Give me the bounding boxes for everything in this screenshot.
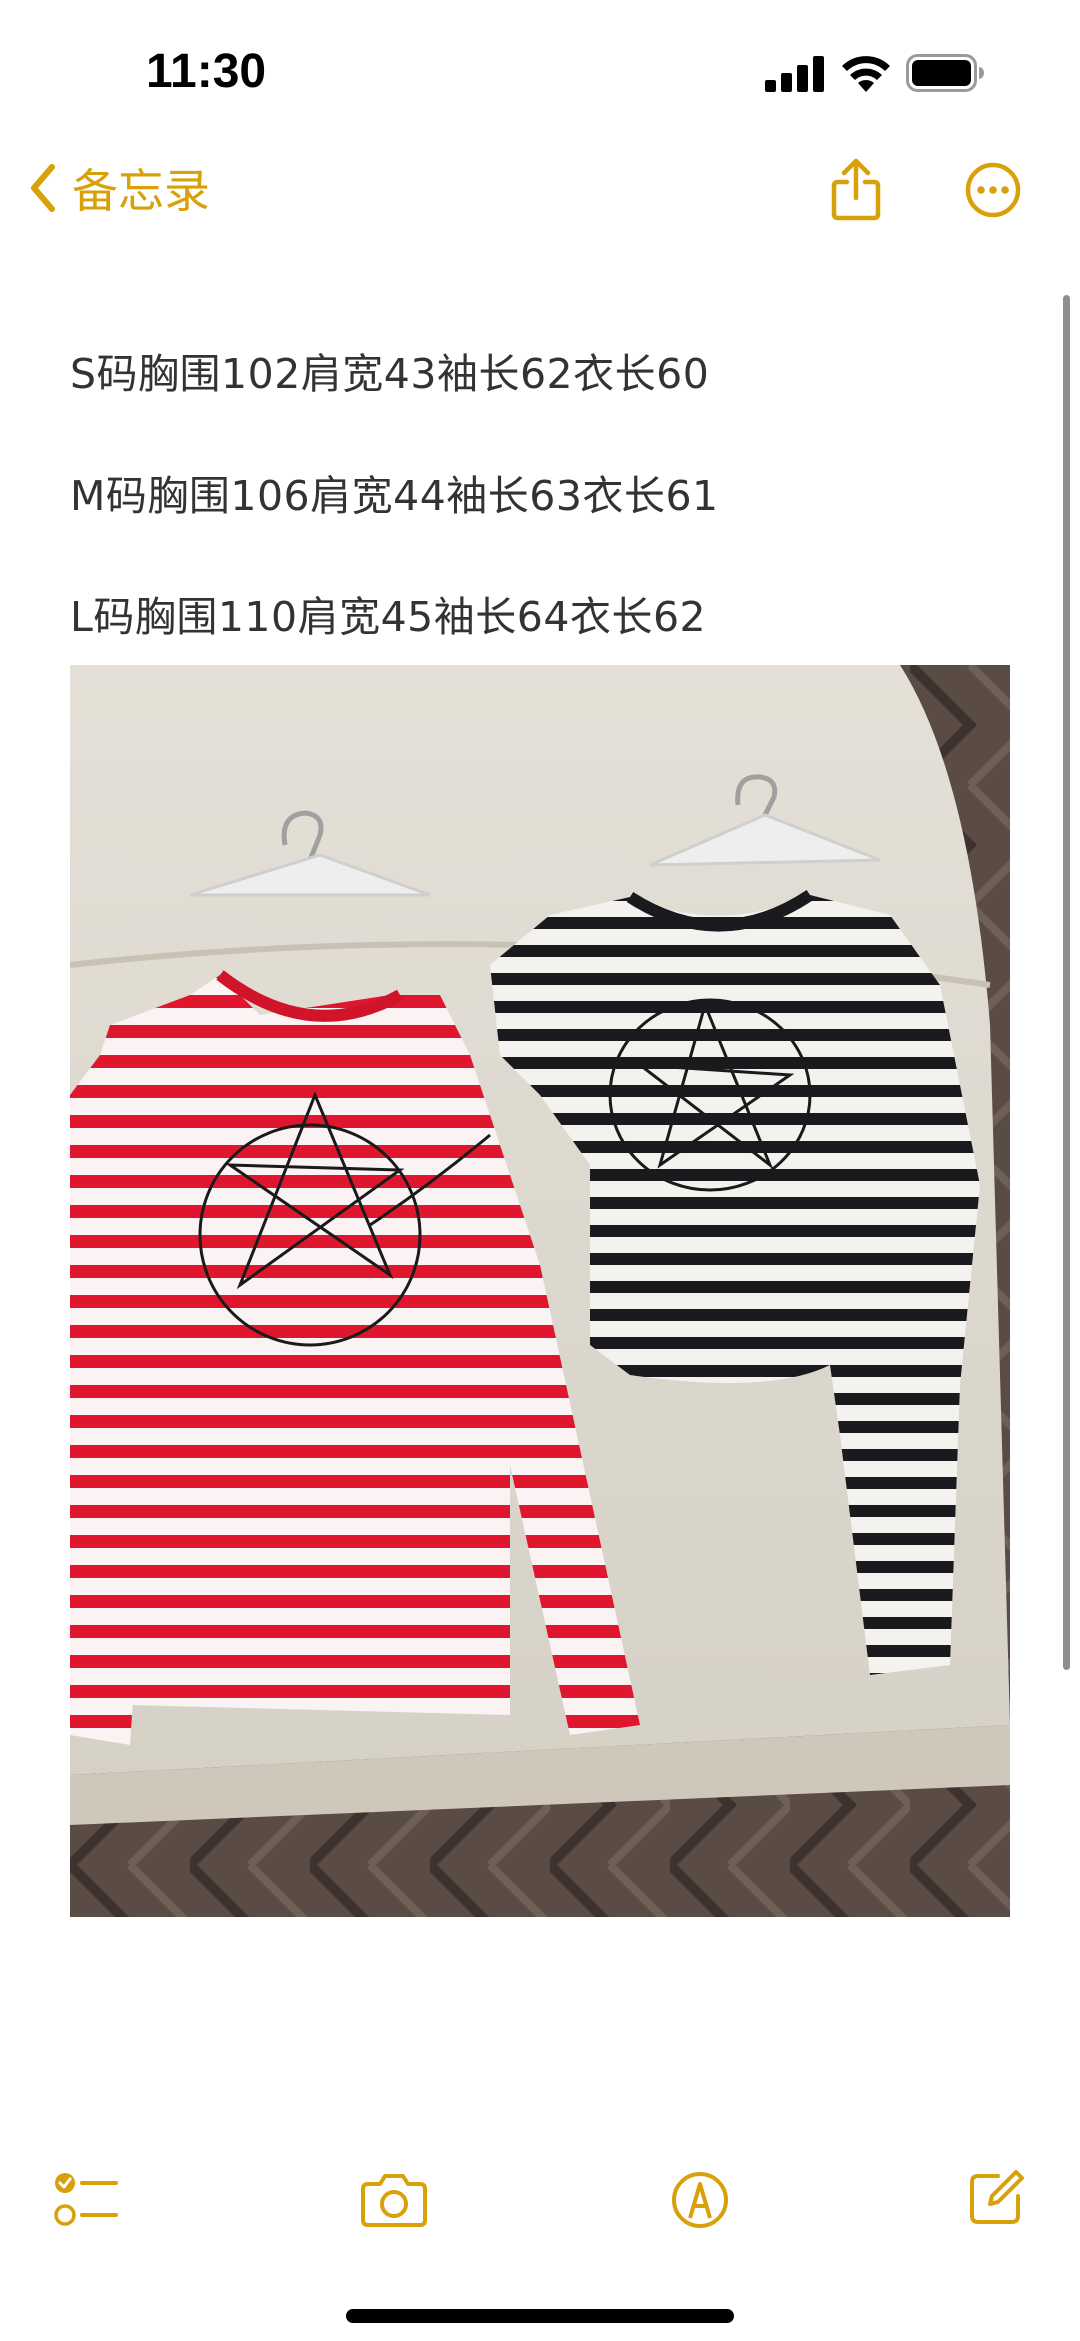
back-label: 备忘录 [72, 164, 210, 218]
note-line-m-size[interactable]: M码胸围106肩宽44袖长63衣长61 [70, 462, 719, 522]
status-time: 11:30 [146, 45, 267, 98]
battery-icon [906, 54, 984, 92]
note-photo[interactable] [70, 665, 1010, 1917]
chevron-left-icon [31, 164, 55, 212]
note-line-l-size[interactable]: L码胸围110肩宽45袖长64衣长62 [70, 583, 706, 643]
checklist-button[interactable] [54, 2170, 120, 2230]
checklist-icon [54, 2173, 118, 2226]
more-button[interactable] [965, 162, 1021, 218]
notes-screen: 11:30 备忘录 S码胸围102肩宽43袖长62衣长60 M码胸围106肩宽4… [0, 0, 1080, 2341]
markup-icon [672, 2172, 728, 2228]
cellular-signal-icon [765, 56, 824, 92]
wifi-icon [842, 56, 890, 92]
camera-button[interactable] [360, 2172, 428, 2228]
note-line-s-size[interactable]: S码胸围102肩宽43袖长62衣长60 [70, 340, 709, 400]
markup-button[interactable] [670, 2170, 730, 2230]
share-button[interactable] [830, 158, 882, 222]
more-icon [965, 162, 1021, 218]
compose-button[interactable] [968, 2168, 1026, 2226]
scrollbar[interactable] [1063, 295, 1070, 1670]
back-button[interactable]: 备忘录 [28, 155, 210, 221]
share-icon [831, 158, 881, 221]
compose-icon [970, 2170, 1024, 2224]
camera-icon [361, 2174, 427, 2227]
home-indicator[interactable] [346, 2309, 734, 2323]
